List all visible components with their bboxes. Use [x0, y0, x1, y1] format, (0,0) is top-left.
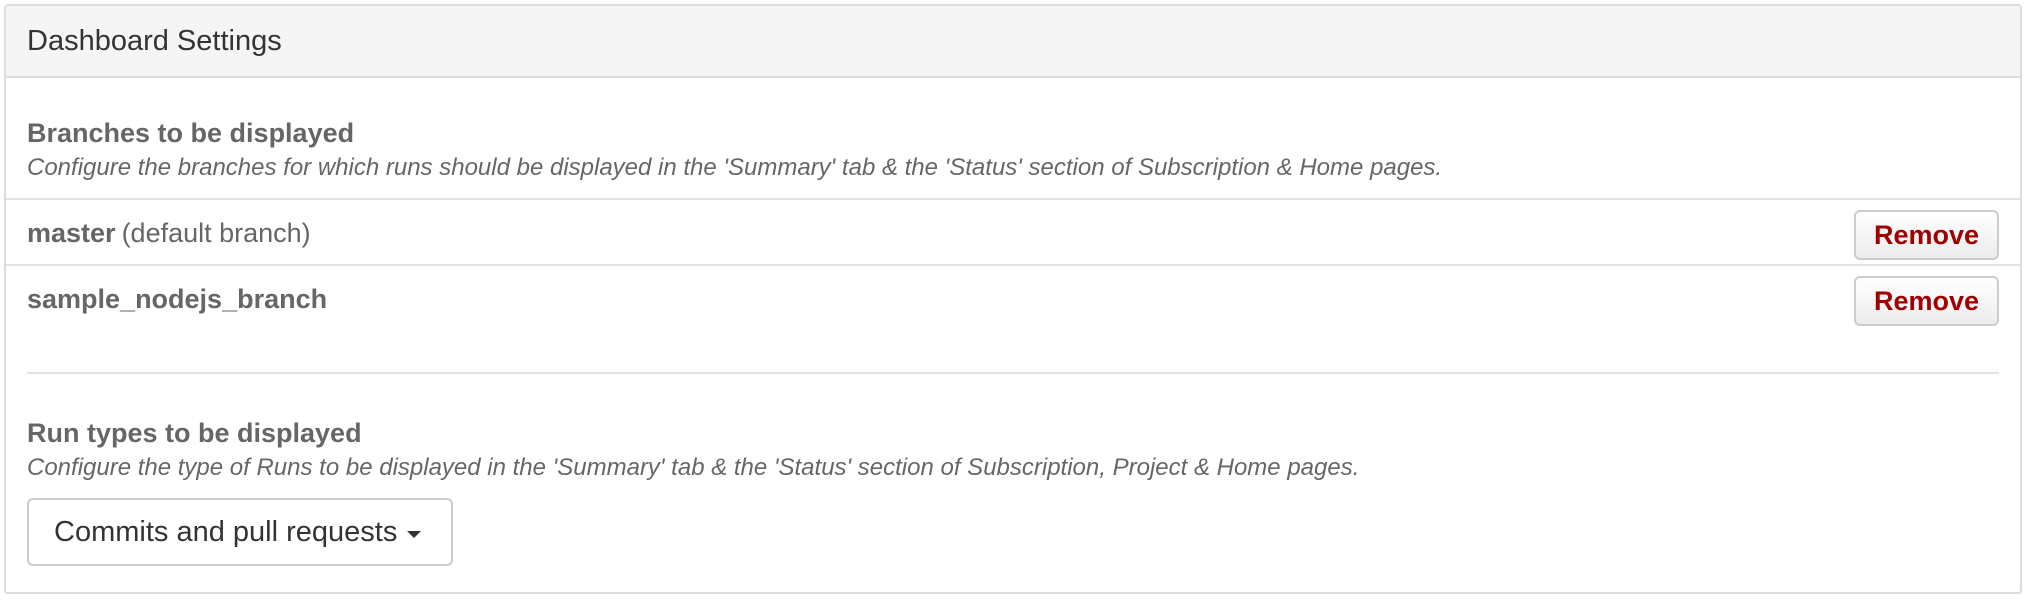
branch-label: sample_nodejs_branch [27, 282, 327, 316]
branch-name: master [27, 218, 116, 248]
branch-name: sample_nodejs_branch [27, 284, 328, 314]
remove-branch-button[interactable]: Remove [1854, 210, 1999, 260]
run-types-section: Run types to be displayed Configure the … [6, 374, 2020, 566]
branches-section-header: Branches to be displayed Configure the b… [6, 78, 2020, 184]
remove-branch-button[interactable]: Remove [1854, 276, 1999, 326]
run-types-section-description: Configure the type of Runs to be display… [27, 454, 1360, 481]
branch-note: (default branch) [121, 218, 311, 248]
panel-title: Dashboard Settings [27, 24, 282, 57]
caret-down-icon [407, 530, 422, 538]
run-types-dropdown-label: Commits and pull requests [54, 515, 398, 548]
dashboard-settings-panel: Dashboard Settings Branches to be displa… [4, 4, 2022, 594]
branch-row-sample-nodejs-branch: sample_nodejs_branch Remove [6, 266, 2020, 332]
branches-section-description: Configure the branches for which runs sh… [27, 154, 1443, 181]
branch-list: master (default branch) Remove sample_nod… [6, 198, 2020, 332]
branches-section-title: Branches to be displayed [27, 118, 355, 148]
branch-label: master (default branch) [27, 216, 311, 250]
run-types-dropdown[interactable]: Commits and pull requests [27, 498, 453, 566]
panel-header: Dashboard Settings [6, 6, 2020, 78]
run-types-section-title: Run types to be displayed [27, 418, 362, 448]
branch-row-master: master (default branch) Remove [6, 200, 2020, 266]
